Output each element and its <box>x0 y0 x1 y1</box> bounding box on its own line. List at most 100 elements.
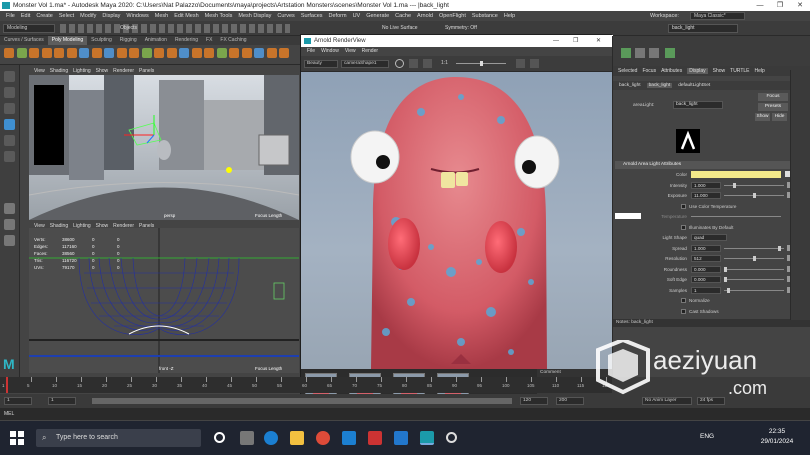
maya-taskbar-icon[interactable] <box>420 431 434 445</box>
area-light-section-header[interactable]: Arnold Area Light Attributes <box>615 161 793 169</box>
ae-slider[interactable] <box>724 266 784 272</box>
viewport-menu-item[interactable]: Show <box>96 68 109 74</box>
refresh-icon[interactable] <box>423 59 432 68</box>
shelf-tool-icon[interactable] <box>16 48 27 58</box>
comment-tab[interactable]: Comment <box>537 369 613 377</box>
outliner-icon[interactable] <box>621 48 631 58</box>
render-view-menu-item[interactable]: View <box>345 48 356 54</box>
shelf-tool-icon[interactable] <box>41 48 52 58</box>
shelf-tool-icon[interactable] <box>4 48 14 58</box>
shelf-tool-icon[interactable] <box>66 48 77 58</box>
time-slider[interactable]: 1 5 10 15 20 25 30 35 40 45 50 55 60 65 70 75 80 85 90 95 10… <box>0 377 612 393</box>
menu-item[interactable]: Arnold <box>417 11 433 21</box>
ae-slider[interactable] <box>724 245 784 251</box>
slider-knob[interactable] <box>752 193 756 198</box>
scale-tool-icon[interactable] <box>4 151 15 162</box>
aov-dropdown[interactable]: Beauty <box>304 60 338 68</box>
ae-menu-tab[interactable]: Selected <box>618 68 637 74</box>
close-button[interactable]: ✕ <box>790 0 810 11</box>
ae-menu-tab[interactable]: Attributes <box>661 68 682 74</box>
ae-slider[interactable] <box>724 256 784 261</box>
end-frame-field[interactable]: 200 <box>556 397 584 405</box>
slider-knob[interactable] <box>724 277 727 282</box>
task-view-icon[interactable] <box>214 432 225 443</box>
widgets-icon[interactable] <box>240 431 254 445</box>
shelf-tab[interactable]: FX <box>202 36 216 45</box>
menu-item[interactable]: Display <box>102 11 120 21</box>
menu-set-dropdown[interactable]: Modeling <box>3 24 55 33</box>
menu-item[interactable]: Select <box>59 11 74 21</box>
shelf-tool-icon[interactable] <box>29 48 39 58</box>
shelf-tool-icon[interactable] <box>129 48 139 58</box>
shelf-tool-icon[interactable] <box>154 48 164 58</box>
ae-menu-tab[interactable]: TURTLE <box>730 68 749 74</box>
ae-value-field[interactable]: 1.000 <box>691 181 721 189</box>
ae-value-field[interactable]: 0.000 <box>691 265 721 273</box>
shelf-tool-icon[interactable] <box>204 48 214 58</box>
close-button[interactable]: ✕ <box>596 35 601 47</box>
render-view-menu-item[interactable]: File <box>307 48 315 54</box>
shelf-tab[interactable]: Animation <box>141 36 171 45</box>
shelf-tab[interactable]: Rendering <box>171 36 202 45</box>
menu-item[interactable]: UV <box>353 11 361 21</box>
workspace-dropdown[interactable]: Maya Classic* <box>690 12 745 20</box>
ae-slider[interactable] <box>724 277 784 282</box>
paint-select-icon[interactable] <box>4 103 15 114</box>
side-panel-tabs[interactable] <box>790 70 810 320</box>
menu-item[interactable]: Help <box>504 11 515 21</box>
color-swatch[interactable] <box>691 171 781 178</box>
range-bar[interactable] <box>92 398 512 404</box>
shelf-tool-icon[interactable] <box>191 48 202 58</box>
ae-checkbox[interactable] <box>681 298 686 303</box>
exposure-slider[interactable] <box>456 61 506 66</box>
four-view-icon[interactable] <box>4 219 15 230</box>
menu-item[interactable]: Substance <box>472 11 498 21</box>
viewport-menu-item[interactable]: Panels <box>139 68 154 74</box>
shelf-tab[interactable]: FX Caching <box>216 36 250 45</box>
menu-item[interactable]: Surfaces <box>301 11 323 21</box>
select-tool-icon[interactable] <box>4 71 15 82</box>
file-explorer-icon[interactable] <box>290 431 304 445</box>
menu-item[interactable]: Mesh Tools <box>205 11 233 21</box>
region-icon[interactable] <box>530 59 539 68</box>
maximize-button[interactable]: ❐ <box>770 0 790 11</box>
menu-item[interactable]: Generate <box>366 11 389 21</box>
menu-item[interactable]: Curves <box>277 11 294 21</box>
shelf-tool-icon[interactable] <box>166 48 177 58</box>
shelf-tab[interactable]: Sculpting <box>87 36 116 45</box>
show-button[interactable]: Show <box>755 113 770 121</box>
menu-item[interactable]: Mesh <box>155 11 168 21</box>
menu-item[interactable]: Edit Mesh <box>174 11 198 21</box>
chrome-icon[interactable] <box>316 431 330 445</box>
menu-item[interactable]: Windows <box>126 11 148 21</box>
viewport-menu-item[interactable]: Lighting <box>73 68 91 74</box>
playhead[interactable] <box>6 377 8 393</box>
menu-item[interactable]: Deform <box>329 11 347 21</box>
system-clock[interactable]: 22:35 29/01/2024 <box>752 427 802 447</box>
shelf-tool-icon[interactable] <box>141 48 152 58</box>
store-icon[interactable] <box>394 431 408 445</box>
render-icon[interactable] <box>395 59 404 68</box>
slider-knob[interactable] <box>778 245 782 251</box>
shelf-tab[interactable]: Poly Modeling <box>47 36 88 45</box>
viewport-menu-item[interactable]: Renderer <box>113 68 134 74</box>
ae-slider[interactable] <box>724 287 784 293</box>
ae-checkbox[interactable] <box>681 224 686 230</box>
lasso-tool-icon[interactable] <box>4 87 15 98</box>
ae-slider[interactable] <box>724 182 784 188</box>
shelf-tool-icon[interactable] <box>104 48 114 58</box>
node-tab[interactable]: back_light <box>619 83 641 88</box>
slider-knob[interactable] <box>752 256 756 261</box>
slider-knob[interactable] <box>724 266 727 272</box>
shelf-tool-icon[interactable] <box>279 48 289 58</box>
ae-value-field[interactable]: 512 <box>691 255 721 262</box>
shelf-tool-icon[interactable] <box>91 48 102 58</box>
mail-icon[interactable] <box>342 431 356 445</box>
modeling-toolkit-icon[interactable] <box>665 48 675 58</box>
menu-item[interactable]: OpenFlight <box>439 11 466 21</box>
channel-box-icon[interactable] <box>635 48 645 58</box>
app-icon[interactable] <box>368 431 382 445</box>
temperature-slider[interactable] <box>691 216 781 217</box>
tool-settings-icon[interactable] <box>649 48 659 58</box>
slider-knob[interactable] <box>726 287 730 293</box>
